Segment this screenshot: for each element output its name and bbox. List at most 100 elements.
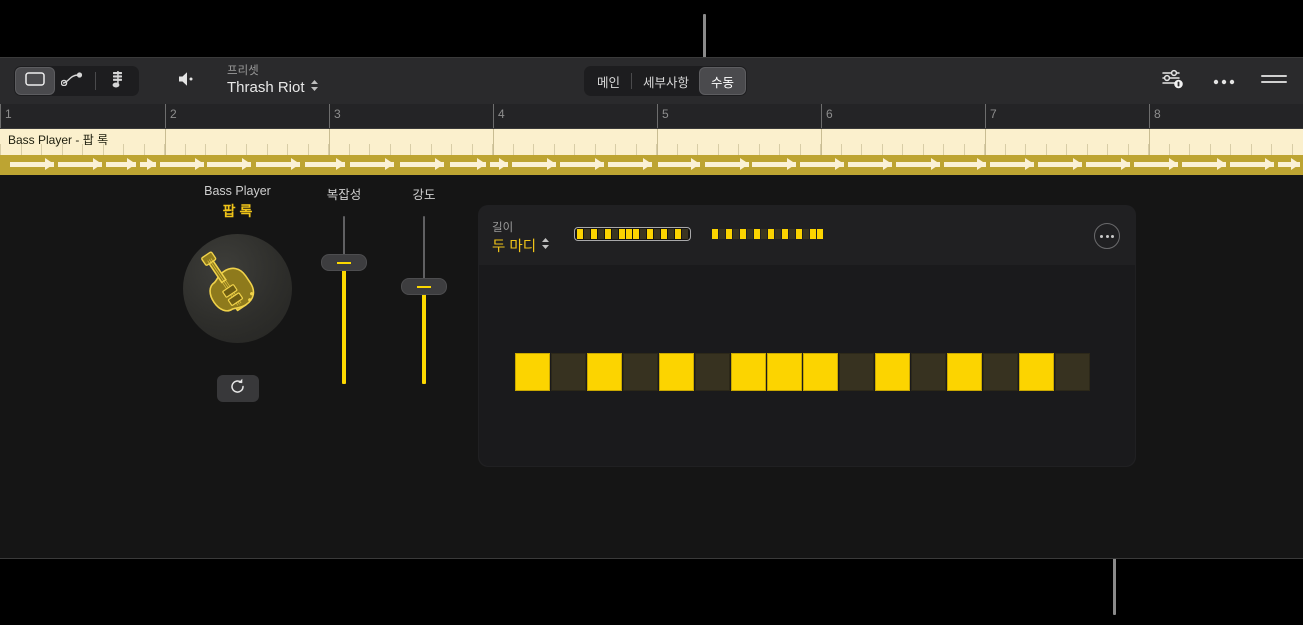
step-cell-15[interactable] [1019, 353, 1054, 391]
track-area: Bass Player - 팝 록 [0, 129, 1303, 175]
step-cell-6[interactable] [695, 353, 730, 391]
step-cell-7[interactable] [731, 353, 766, 391]
instrument-artwork[interactable] [183, 234, 292, 343]
complexity-slider-fill [342, 254, 346, 384]
midi-note-head [977, 158, 986, 170]
step-cell-3[interactable] [587, 353, 622, 391]
complexity-slider[interactable]: 복잡성 [309, 175, 379, 384]
region-tick [1210, 144, 1211, 155]
pattern-more-options-button[interactable] [1094, 223, 1120, 249]
region-gridline [1149, 129, 1150, 155]
step-cell-1[interactable] [515, 353, 550, 391]
region-tick [943, 144, 944, 155]
pattern-overview-cell [668, 229, 674, 239]
timeline-ruler[interactable]: 1 2 3 4 5 6 7 8 [0, 104, 1303, 129]
midi-note-head [291, 158, 300, 170]
region-tick [697, 144, 698, 155]
rectangle-icon [25, 71, 45, 91]
region-tick [492, 144, 493, 155]
midi-region[interactable]: Bass Player - 팝 록 [0, 129, 1303, 175]
step-cell-5[interactable] [659, 353, 694, 391]
pattern-panel-header: 길이 두 마디 [478, 205, 1136, 265]
region-title: Bass Player - 팝 록 [8, 133, 109, 147]
step-cell-2[interactable] [551, 353, 586, 391]
region-tick [1087, 144, 1088, 155]
pattern-overview-cell [619, 229, 625, 239]
ruler-bar-5: 5 [657, 104, 669, 128]
pattern-overview-cell [612, 229, 618, 239]
preset-selector[interactable]: 프리셋 Thrash Riot [227, 65, 319, 98]
sliders-badge-button[interactable] [1161, 68, 1187, 95]
tab-manual[interactable]: 수동 [700, 68, 746, 94]
length-selector[interactable]: 두 마디 [492, 235, 550, 256]
midi-note-head [1073, 158, 1082, 170]
midi-note-head [147, 158, 156, 170]
region-view-button[interactable] [16, 68, 54, 94]
region-gridline [985, 129, 986, 155]
pattern-overview-cell [633, 229, 639, 239]
volume-button[interactable] [177, 70, 199, 93]
region-tick [1005, 144, 1006, 155]
midi-note-head [195, 158, 204, 170]
toolbar: 프리셋 Thrash Riot 메인 세부사항 수동 [0, 58, 1303, 104]
midi-note-head [691, 158, 700, 170]
automation-view-button[interactable] [54, 68, 92, 94]
intensity-slider-thumb[interactable] [401, 278, 447, 295]
region-tick [431, 144, 432, 155]
midi-note-head [883, 158, 892, 170]
region-tick [1025, 144, 1026, 155]
more-options-button[interactable] [1213, 72, 1235, 90]
complexity-slider-thumb[interactable] [321, 254, 367, 271]
pattern-overview-cell [775, 229, 781, 239]
step-cell-9[interactable] [803, 353, 838, 391]
preset-label: 프리셋 [227, 64, 259, 77]
step-row[interactable] [515, 353, 1090, 391]
complexity-slider-track[interactable] [321, 216, 367, 384]
midi-note-head [1291, 158, 1300, 170]
step-cell-13[interactable] [947, 353, 982, 391]
instrument-style: 팝 록 [222, 203, 253, 219]
region-tick [287, 144, 288, 155]
step-cell-16[interactable] [1055, 353, 1090, 391]
region-tick [205, 144, 206, 155]
score-view-button[interactable] [99, 68, 137, 94]
pattern-overview-cell [598, 229, 604, 239]
region-tick [144, 144, 145, 155]
pattern-panel: 길이 두 마디 [478, 205, 1136, 467]
region-tick [1148, 144, 1149, 155]
region-tick [779, 144, 780, 155]
pattern-overview-cell [682, 229, 688, 239]
menu-button[interactable] [1261, 72, 1287, 90]
editor-tabs[interactable]: 메인 세부사항 수동 [584, 66, 748, 96]
intensity-slider[interactable]: 강도 [389, 175, 459, 384]
step-cell-8[interactable] [767, 353, 802, 391]
regenerate-button[interactable] [216, 375, 259, 402]
region-tick [902, 144, 903, 155]
step-cell-11[interactable] [875, 353, 910, 391]
pattern-overview-cell [675, 229, 681, 239]
midi-note-head [499, 158, 508, 170]
step-cell-14[interactable] [983, 353, 1018, 391]
tab-details[interactable]: 세부사항 [632, 68, 700, 94]
region-tick [328, 144, 329, 155]
preset-value-row[interactable]: Thrash Riot [227, 79, 319, 97]
view-mode-segmented-control[interactable] [14, 66, 139, 96]
pattern-overview-group-1[interactable] [574, 227, 691, 241]
pattern-overview-cell [733, 229, 739, 239]
step-cell-4[interactable] [623, 353, 658, 391]
step-grid[interactable] [479, 265, 1135, 466]
midi-note-head [1265, 158, 1274, 170]
region-tick [759, 144, 760, 155]
pattern-overview-cell [782, 229, 788, 239]
tab-main[interactable]: 메인 [586, 68, 631, 94]
pattern-overview-group-2[interactable] [709, 227, 826, 241]
region-tick [1046, 144, 1047, 155]
step-cell-10[interactable] [839, 353, 874, 391]
midi-note-head [127, 158, 136, 170]
step-cell-12[interactable] [911, 353, 946, 391]
pattern-overview-strip[interactable] [574, 227, 826, 241]
pattern-overview-cell [640, 229, 646, 239]
region-tick [554, 144, 555, 155]
midi-note-head [1169, 158, 1178, 170]
intensity-slider-track[interactable] [401, 216, 447, 384]
